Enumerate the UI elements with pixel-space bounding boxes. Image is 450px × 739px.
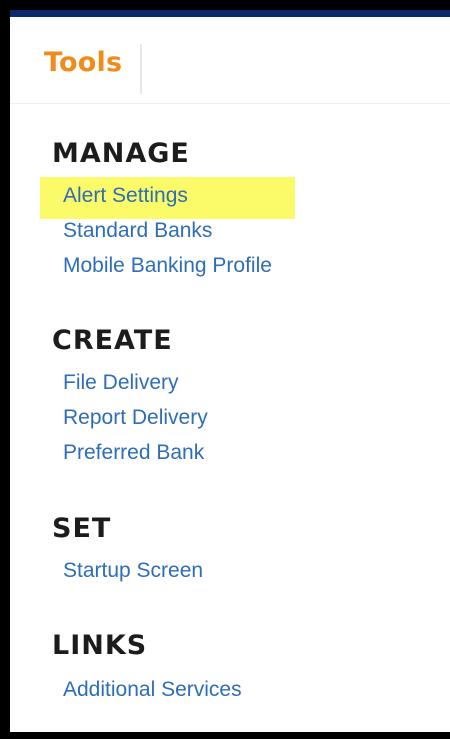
link-file-delivery[interactable]: File Delivery [63,371,179,395]
link-startup-screen[interactable]: Startup Screen [63,559,203,583]
link-additional-services[interactable]: Additional Services [63,678,242,702]
tools-panel: Tools MANAGE Alert Settings Standard Ban… [10,10,450,732]
section-heading-set: SET [52,513,112,544]
link-alert-settings[interactable]: Alert Settings [63,184,188,208]
link-standard-banks[interactable]: Standard Banks [63,219,212,243]
section-heading-create: CREATE [52,325,173,356]
section-heading-manage: MANAGE [52,138,190,169]
top-bar [10,10,450,17]
section-heading-links: LINKS [52,630,148,661]
tab-divider [140,44,142,94]
link-preferred-bank[interactable]: Preferred Bank [63,441,204,465]
link-mobile-banking-profile[interactable]: Mobile Banking Profile [63,254,272,278]
link-report-delivery[interactable]: Report Delivery [63,406,208,430]
tab-bar: Tools [10,17,450,104]
tab-tools[interactable]: Tools [44,47,122,78]
